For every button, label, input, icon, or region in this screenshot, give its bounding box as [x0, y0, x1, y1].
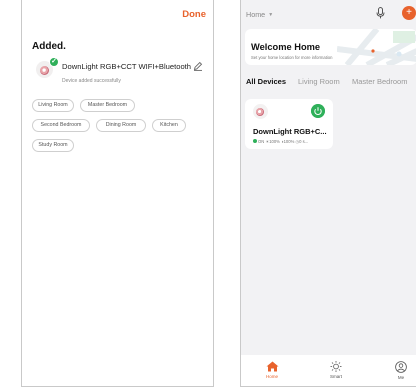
- tab-master-bedroom[interactable]: Master Bedroom: [352, 77, 407, 86]
- room-chip-living-room[interactable]: Living Room: [32, 99, 74, 112]
- status-dot: [253, 139, 257, 143]
- device-card-status: ON ☀100% ◑100% ◷0 s...: [253, 139, 308, 144]
- room-tabs: All Devices Living Room Master Bedroom: [246, 77, 416, 89]
- room-chip-kitchen[interactable]: Kitchen: [152, 119, 186, 132]
- device-name: DownLight RGB+CCT WIFI+Bluetooth: [62, 62, 192, 71]
- welcome-title: Welcome Home: [251, 42, 321, 52]
- home-selector[interactable]: Home ▼: [246, 10, 273, 19]
- add-device-button[interactable]: +: [402, 6, 416, 20]
- room-chip-study-room[interactable]: Study Room: [32, 139, 74, 152]
- tab-all-devices[interactable]: All Devices: [246, 77, 286, 86]
- welcome-subtitle: Set your home location for more informat…: [251, 55, 333, 60]
- pencil-icon[interactable]: [193, 61, 203, 71]
- map-illustration: [337, 29, 416, 65]
- bulb-icon: [253, 104, 268, 119]
- tab-living-room[interactable]: Living Room: [298, 77, 340, 86]
- home-selector-label: Home: [246, 10, 266, 19]
- check-icon: ✓: [49, 57, 59, 67]
- home-screen: Home ▼ + Welcome Home Set your home locat…: [240, 0, 416, 387]
- power-icon[interactable]: [311, 104, 325, 118]
- room-chip-dining-room[interactable]: Dining Room: [96, 119, 146, 132]
- bottom-nav: Home Smart Me: [241, 355, 416, 386]
- nav-me[interactable]: Me: [386, 361, 416, 380]
- room-chip-second-bedroom[interactable]: Second Bedroom: [32, 119, 90, 132]
- device-card-name: DownLight RGB+C...: [253, 127, 327, 136]
- nav-me-label: Me: [397, 375, 405, 380]
- microphone-icon[interactable]: [376, 7, 385, 19]
- nav-smart-label: Smart: [329, 374, 342, 379]
- screenshot-stage: Done Added. ✓ DownLight RGB+CCT WIFI+Blu…: [0, 0, 416, 387]
- caret-down-icon: ▼: [268, 12, 274, 18]
- device-card-status-text: ON ☀100% ◑100% ◷0 s...: [258, 139, 309, 144]
- nav-home[interactable]: Home: [257, 361, 287, 379]
- nav-smart[interactable]: Smart: [321, 361, 351, 379]
- nav-home-label: Home: [265, 374, 278, 379]
- device-status: Device added successfully: [62, 78, 121, 84]
- page-title: Added.: [32, 41, 66, 52]
- room-chip-master-bedroom[interactable]: Master Bedroom: [80, 99, 135, 112]
- added-device-screen: Done Added. ✓ DownLight RGB+CCT WIFI+Blu…: [21, 0, 214, 387]
- sun-icon: [330, 361, 342, 372]
- person-icon: [395, 361, 407, 373]
- home-icon: [266, 361, 278, 372]
- done-button[interactable]: Done: [182, 9, 206, 20]
